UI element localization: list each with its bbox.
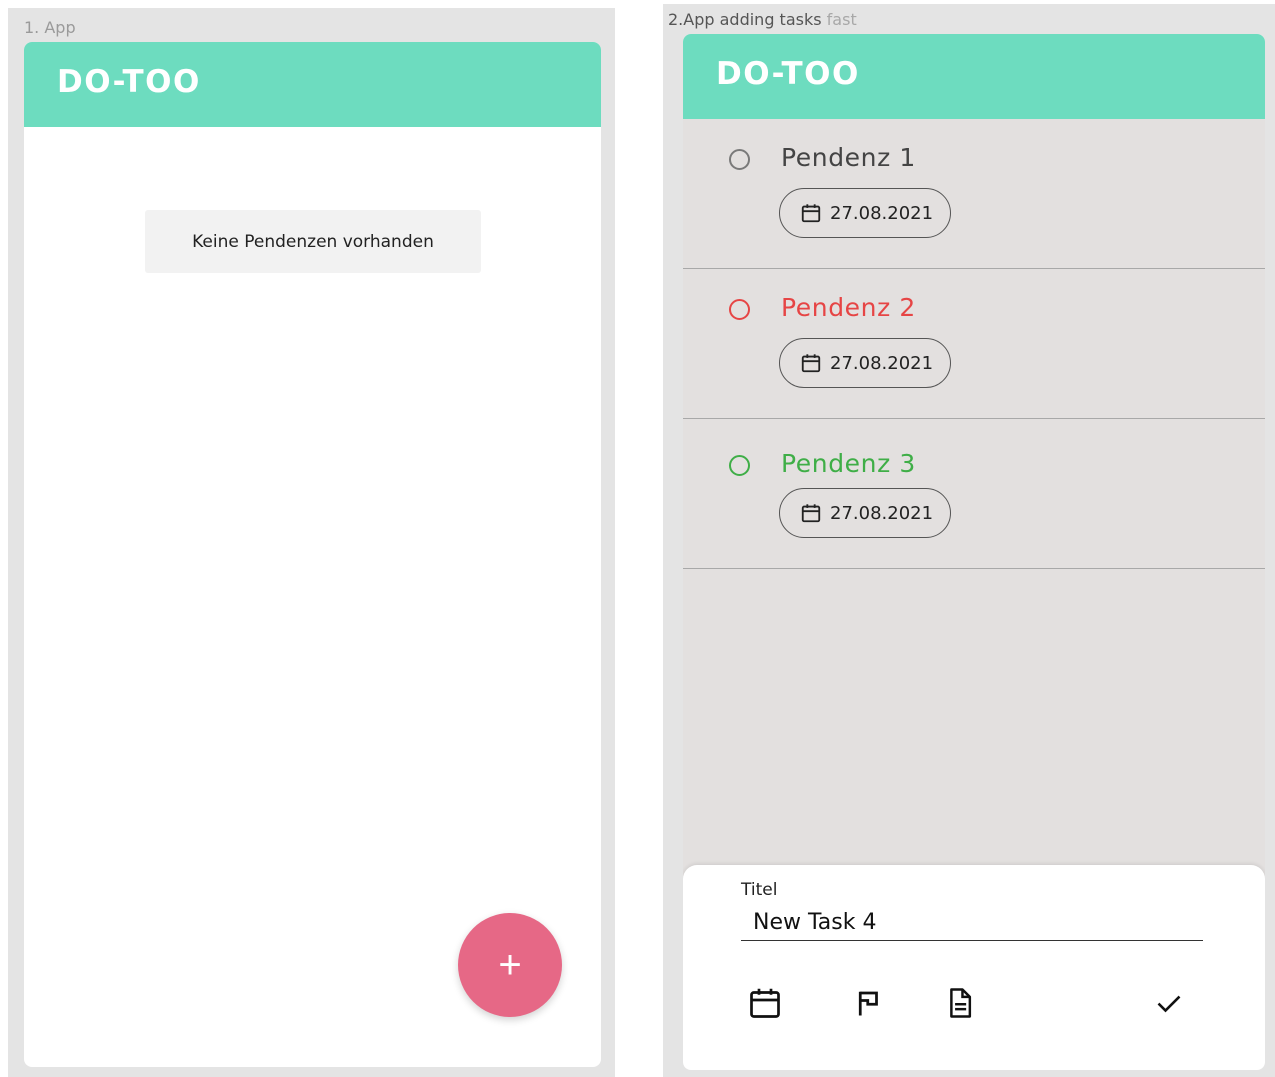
app-bar: DO-TOO	[24, 42, 601, 127]
task-complete-radio[interactable]	[729, 149, 750, 170]
plus-icon: +	[498, 942, 522, 987]
task-date-chip[interactable]: 27.08.2021	[779, 488, 951, 538]
empty-state-message: Keine Pendenzen vorhanden	[145, 210, 481, 273]
app-title: DO-TOO	[57, 64, 201, 100]
frame-2-phone: DO-TOO Pendenz 1 27.08.2021 Pendenz 2 27…	[683, 34, 1265, 1070]
task-item[interactable]: Pendenz 1 27.08.2021	[683, 119, 1265, 269]
frame-1-phone: DO-TOO Keine Pendenzen vorhanden +	[24, 42, 601, 1067]
frame-2-label-main: 2.App adding tasks	[668, 10, 822, 29]
check-icon[interactable]	[1149, 983, 1189, 1023]
task-title: Pendenz 2	[781, 293, 916, 322]
task-date-chip[interactable]: 27.08.2021	[779, 338, 951, 388]
app-bar: DO-TOO	[683, 34, 1265, 119]
calendar-icon	[801, 504, 821, 523]
add-task-button[interactable]: +	[458, 913, 562, 1017]
task-complete-radio[interactable]	[729, 455, 750, 476]
calendar-icon[interactable]	[745, 983, 785, 1023]
task-date: 27.08.2021	[830, 502, 934, 524]
title-field-label: Titel	[741, 880, 778, 900]
note-icon[interactable]	[940, 983, 980, 1023]
calendar-icon	[801, 354, 821, 373]
flag-icon[interactable]	[849, 983, 889, 1023]
title-input[interactable]	[741, 905, 1203, 941]
task-item[interactable]: Pendenz 3 27.08.2021	[683, 419, 1265, 569]
task-date: 27.08.2021	[830, 202, 934, 224]
frame-2-label: 2.App adding tasks fast	[668, 10, 857, 29]
task-item[interactable]: Pendenz 2 27.08.2021	[683, 269, 1265, 419]
add-task-sheet: Titel	[683, 865, 1265, 1070]
frame-2-label-extra: fast	[826, 10, 857, 29]
frame-1-label: 1. App	[24, 18, 76, 37]
app-title: DO-TOO	[716, 56, 860, 92]
task-date-chip[interactable]: 27.08.2021	[779, 188, 951, 238]
task-title: Pendenz 3	[781, 449, 916, 478]
task-date: 27.08.2021	[830, 352, 934, 374]
task-complete-radio[interactable]	[729, 299, 750, 320]
calendar-icon	[801, 204, 821, 223]
task-title: Pendenz 1	[781, 143, 916, 172]
